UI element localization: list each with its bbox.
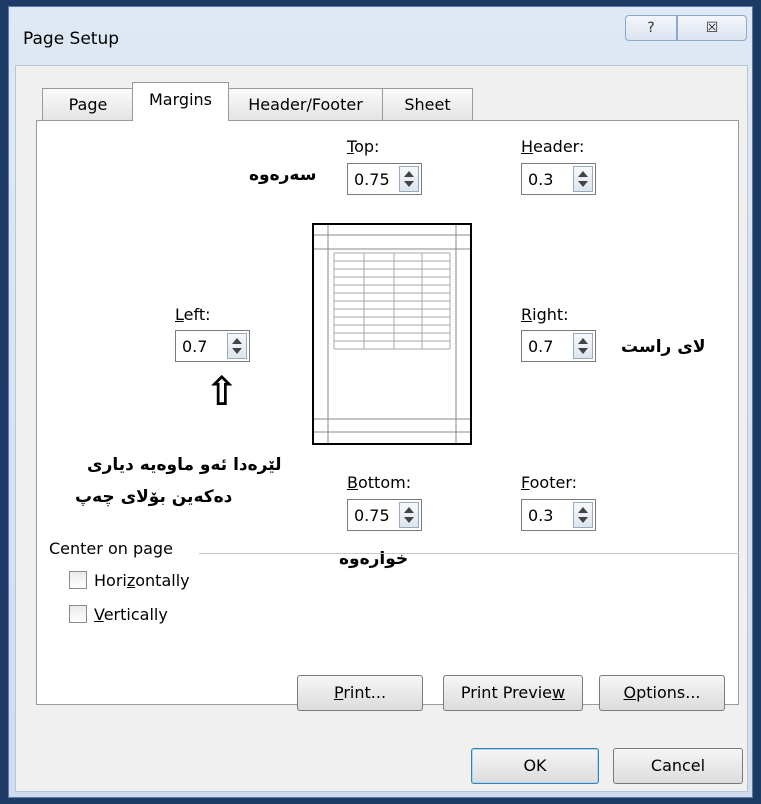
annotation-bottom: خوارەوە (339, 549, 409, 569)
up-arrow-icon: ⇧ (205, 369, 239, 415)
spin-down-icon (578, 181, 588, 187)
left-margin-value: 0.7 (182, 337, 208, 356)
annotation-top: سەرەوە (249, 165, 317, 185)
annotation-right: لای راست (621, 337, 706, 357)
spin-arrows[interactable] (227, 333, 247, 359)
header-margin-spinner[interactable]: 0.3 (521, 163, 596, 195)
horizontally-checkbox[interactable] (69, 571, 87, 589)
footer-margin-value: 0.3 (528, 506, 554, 525)
right-label: Right: (521, 305, 569, 324)
spin-down-icon (578, 348, 588, 354)
bottom-margin-value: 0.75 (354, 506, 390, 525)
top-label: Top: (347, 137, 380, 156)
annotation-left-line2: دەکەین بۆلای چەپ (75, 487, 233, 507)
page-preview (312, 223, 472, 445)
spin-down-icon (404, 517, 414, 523)
left-label: Left: (175, 305, 211, 324)
right-margin-spinner[interactable]: 0.7 (521, 330, 596, 362)
footer-margin-spinner[interactable]: 0.3 (521, 499, 596, 531)
spin-up-icon (404, 507, 414, 513)
help-icon: ? (647, 20, 655, 36)
spin-up-icon (404, 171, 414, 177)
footer-label: Footer: (521, 473, 578, 492)
print-preview-button[interactable]: Print Preview (443, 675, 583, 711)
help-button[interactable]: ? (625, 15, 677, 41)
top-margin-value: 0.75 (354, 170, 390, 189)
spin-down-icon (578, 517, 588, 523)
header-label: Header: (521, 137, 585, 156)
spin-arrows[interactable] (573, 502, 593, 528)
spin-up-icon (232, 338, 242, 344)
options-button[interactable]: Options... (599, 675, 725, 711)
group-divider (199, 553, 739, 554)
tab-page[interactable]: Page (42, 88, 134, 120)
spin-arrows[interactable] (399, 502, 419, 528)
annotation-left-line1: لێرەدا ئەو ماوەیە دیاری (87, 455, 282, 475)
spin-arrows[interactable] (573, 333, 593, 359)
left-margin-spinner[interactable]: 0.7 (175, 330, 250, 362)
close-icon: ☒ (705, 20, 719, 36)
right-margin-value: 0.7 (528, 337, 554, 356)
ok-button[interactable]: OK (471, 748, 599, 784)
bottom-label: Bottom: (347, 473, 412, 492)
header-margin-value: 0.3 (528, 170, 554, 189)
tab-margins[interactable]: Margins (132, 82, 229, 121)
tab-header-footer[interactable]: Header/Footer (228, 88, 383, 120)
title-bar: Page Setup ? ☒ (9, 7, 752, 65)
page-preview-graphic (314, 225, 470, 443)
dialog-title: Page Setup (23, 29, 120, 49)
spin-arrows[interactable] (573, 166, 593, 192)
close-button[interactable]: ☒ (677, 15, 747, 41)
vertically-checkbox[interactable] (69, 605, 87, 623)
print-button[interactable]: Print... (297, 675, 423, 711)
spin-down-icon (232, 348, 242, 354)
vertically-label[interactable]: Vertically (94, 605, 168, 624)
bottom-margin-spinner[interactable]: 0.75 (347, 499, 422, 531)
page-setup-dialog: Page Setup ? ☒ Page Margins Header/Foote… (8, 6, 753, 798)
cancel-button[interactable]: Cancel (613, 748, 743, 784)
spin-arrows[interactable] (399, 166, 419, 192)
top-margin-spinner[interactable]: 0.75 (347, 163, 422, 195)
spin-up-icon (578, 338, 588, 344)
tab-sheet[interactable]: Sheet (382, 88, 473, 120)
spin-down-icon (404, 181, 414, 187)
spin-up-icon (578, 507, 588, 513)
spin-up-icon (578, 171, 588, 177)
horizontally-label[interactable]: Horizontally (94, 571, 190, 590)
center-on-page-label: Center on page (49, 539, 173, 558)
